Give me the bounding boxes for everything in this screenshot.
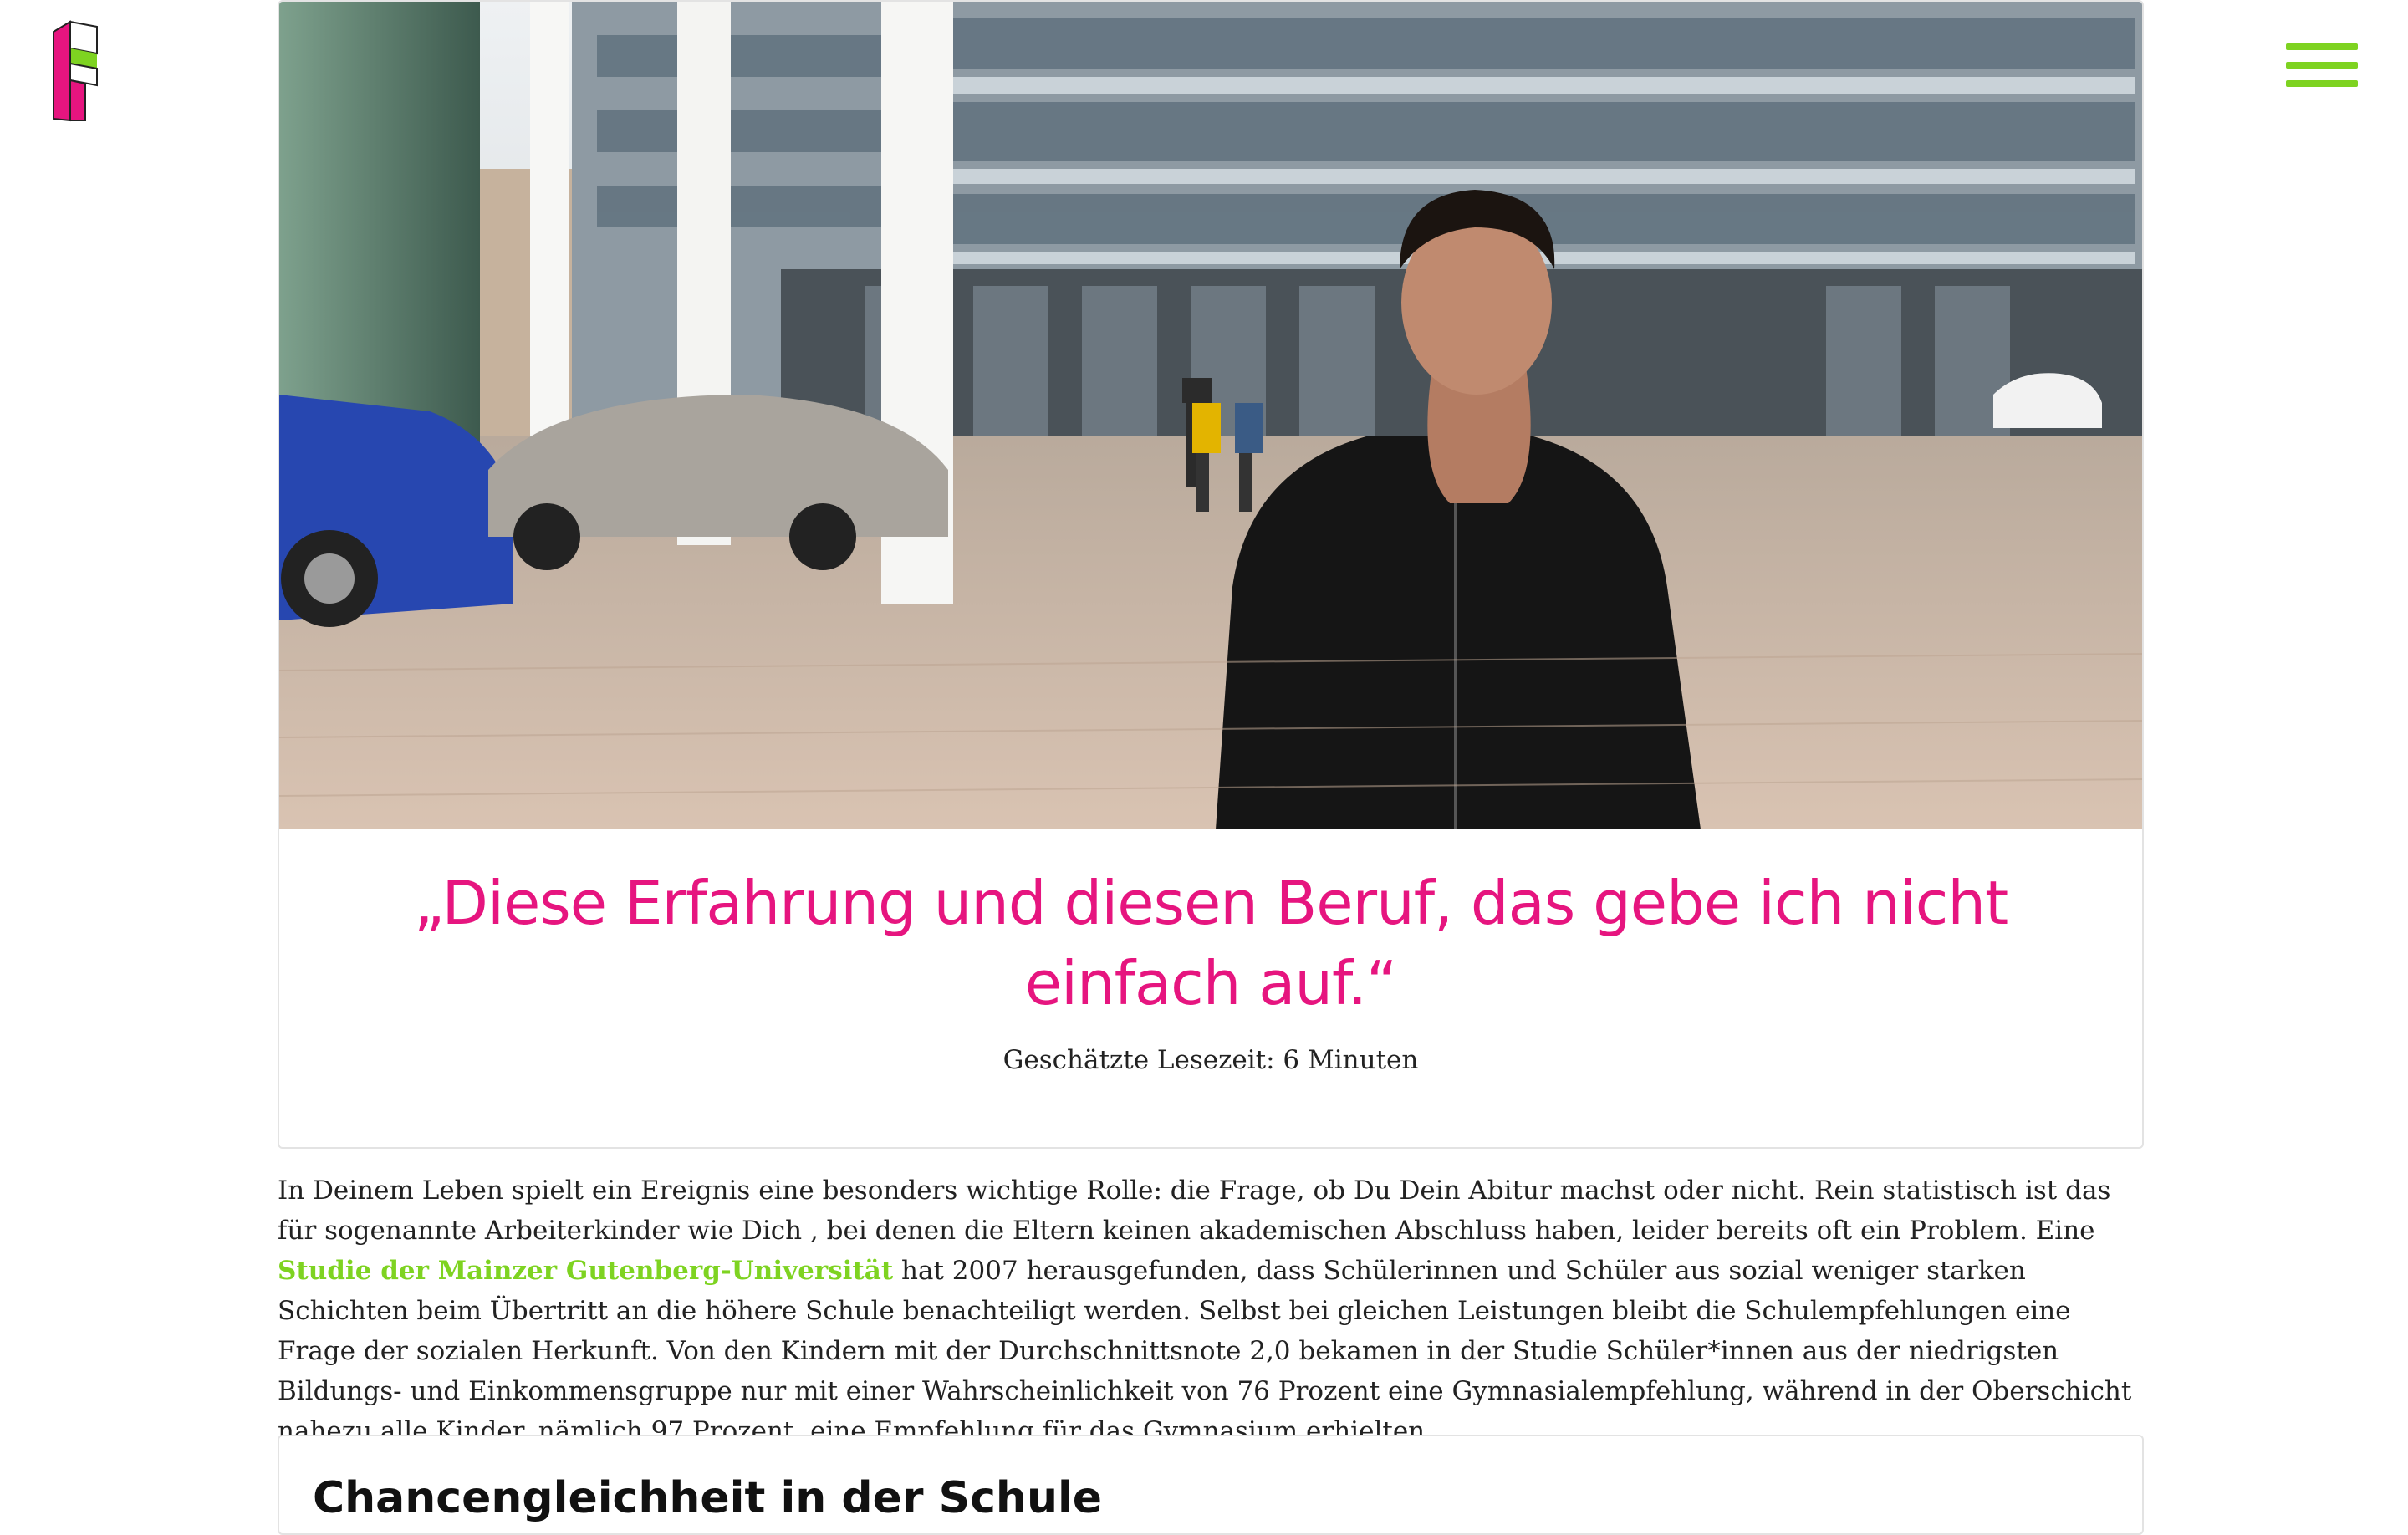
study-link[interactable]: Studie der Mainzer Gutenberg-Universität — [278, 1256, 893, 1286]
hero-quote: „Diese Erfahrung und diesen Beruf, das g… — [413, 868, 2008, 1018]
site-logo-icon[interactable] — [48, 20, 105, 124]
hamburger-menu-icon[interactable] — [2286, 43, 2358, 94]
menu-line — [2286, 80, 2358, 87]
hero-photo — [279, 2, 2142, 829]
hero-card: „Diese Erfahrung und diesen Beruf, das g… — [278, 0, 2144, 1149]
menu-line — [2286, 43, 2358, 50]
intro-text-before-link: In Deinem Leben spielt ein Ereignis eine… — [278, 1175, 2111, 1246]
section-card: Chancengleichheit in der Schule — [278, 1435, 2144, 1535]
menu-line — [2286, 62, 2358, 69]
section-heading: Chancengleichheit in der Schule — [313, 1473, 1103, 1523]
reading-time: Geschätzte Lesezeit: 6 Minuten — [1002, 1045, 1419, 1075]
intro-paragraph: In Deinem Leben spielt ein Ereignis eine… — [278, 1170, 2144, 1451]
